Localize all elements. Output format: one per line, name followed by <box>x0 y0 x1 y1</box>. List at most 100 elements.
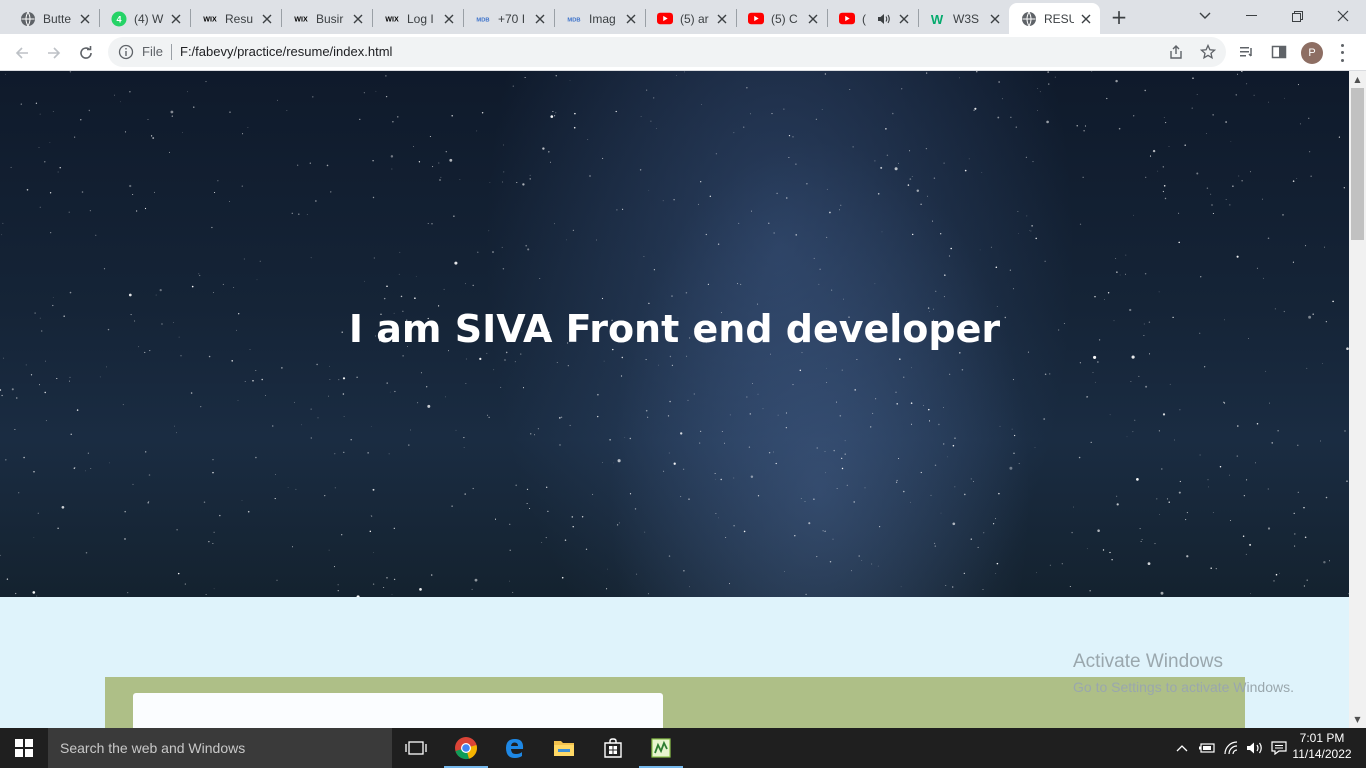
page-scrollbar[interactable]: ▲ ▼ <box>1349 71 1366 728</box>
star <box>1275 573 1278 576</box>
close-tab-icon[interactable] <box>805 11 821 27</box>
minimize-button[interactable] <box>1228 0 1274 32</box>
star <box>5 459 7 461</box>
taskbar-search[interactable]: Search the web and Windows <box>48 728 392 768</box>
close-tab-icon[interactable] <box>350 11 366 27</box>
close-tab-icon[interactable] <box>1078 11 1094 27</box>
close-tab-icon[interactable] <box>532 11 548 27</box>
share-icon[interactable] <box>1168 44 1184 60</box>
edge-taskbar-button[interactable] <box>491 728 539 768</box>
task-view-button[interactable] <box>392 728 440 768</box>
start-button[interactable] <box>0 728 48 768</box>
profile-avatar[interactable]: P <box>1301 42 1323 64</box>
star <box>476 130 478 132</box>
star <box>309 162 311 164</box>
reading-list-icon[interactable] <box>1238 43 1256 61</box>
star <box>892 112 894 115</box>
tab-6[interactable]: MDB Imag <box>554 3 645 34</box>
folder-icon <box>554 741 574 756</box>
tab-11[interactable]: RESU <box>1009 3 1100 34</box>
tab-0[interactable]: Butte <box>8 3 99 34</box>
star <box>569 424 571 426</box>
star <box>903 376 905 378</box>
close-tab-icon[interactable] <box>623 11 639 27</box>
notification-icon <box>1271 741 1287 755</box>
star <box>999 425 1001 427</box>
close-tab-icon[interactable] <box>168 11 184 27</box>
restore-button[interactable] <box>1274 0 1320 32</box>
show-hidden-icons-button[interactable] <box>1172 738 1192 758</box>
back-button[interactable] <box>8 39 36 67</box>
star <box>199 274 201 277</box>
star <box>816 556 818 558</box>
store-taskbar-button[interactable] <box>589 728 637 768</box>
star <box>805 593 807 596</box>
file-explorer-taskbar-button[interactable] <box>540 728 588 768</box>
star <box>333 566 336 568</box>
close-tab-icon[interactable] <box>896 11 912 27</box>
scroll-down-arrow[interactable]: ▼ <box>1349 711 1366 728</box>
forward-button[interactable] <box>40 39 68 67</box>
star <box>968 158 970 160</box>
action-center-button[interactable] <box>1269 738 1289 758</box>
speaker-icon[interactable] <box>876 11 892 27</box>
tab-search-button[interactable] <box>1182 0 1228 32</box>
star <box>37 512 39 514</box>
scroll-thumb[interactable] <box>1351 88 1364 240</box>
chrome-taskbar-button[interactable] <box>442 728 490 768</box>
close-window-button[interactable] <box>1320 0 1366 32</box>
star <box>400 295 403 298</box>
notepadpp-taskbar-button[interactable] <box>637 728 685 768</box>
star <box>132 194 134 196</box>
star <box>417 402 419 404</box>
url-text[interactable]: F:/fabevy/practice/resume/index.html <box>180 44 392 59</box>
star <box>154 191 155 193</box>
star <box>705 233 707 236</box>
star <box>861 560 863 561</box>
star <box>768 452 771 454</box>
star <box>383 297 386 300</box>
close-tab-icon[interactable] <box>259 11 275 27</box>
close-tab-icon[interactable] <box>77 11 93 27</box>
star <box>880 166 883 169</box>
address-bar[interactable]: File F:/fabevy/practice/resume/index.htm… <box>108 37 1226 67</box>
star <box>874 160 876 162</box>
star <box>1015 126 1017 128</box>
star <box>465 383 467 384</box>
close-tab-icon[interactable] <box>714 11 730 27</box>
info-icon[interactable] <box>118 44 134 60</box>
tab-7[interactable]: (5) ar <box>645 3 736 34</box>
volume-tray-icon[interactable] <box>1245 738 1265 758</box>
reload-button[interactable] <box>72 39 100 67</box>
star <box>545 537 547 539</box>
tab-1[interactable]: 4 (4) W <box>99 3 190 34</box>
new-tab-button[interactable]: + <box>1108 7 1130 29</box>
star <box>1308 117 1310 119</box>
tab-10[interactable]: W W3S <box>918 3 1009 34</box>
tab-8[interactable]: (5) C <box>736 3 827 34</box>
tab-5[interactable]: MDB +70 I <box>463 3 554 34</box>
star <box>1144 89 1146 92</box>
star <box>715 153 718 155</box>
tab-3[interactable]: WIX Busir <box>281 3 372 34</box>
tab-2[interactable]: WIX Resu <box>190 3 281 34</box>
network-tray-icon[interactable] <box>1221 738 1241 758</box>
star <box>25 364 27 366</box>
star <box>959 352 961 354</box>
star <box>826 367 827 369</box>
star <box>954 486 956 488</box>
star-icon[interactable] <box>1200 44 1216 60</box>
close-tab-icon[interactable] <box>441 11 457 27</box>
tab-9[interactable]: ( <box>827 3 918 34</box>
battery-tray-icon[interactable] <box>1197 738 1217 758</box>
star <box>1303 585 1306 587</box>
scroll-up-arrow[interactable]: ▲ <box>1349 71 1366 88</box>
close-tab-icon[interactable] <box>987 11 1003 27</box>
system-clock[interactable]: 7:01 PM 11/14/2022 <box>1292 731 1352 761</box>
side-panel-icon[interactable] <box>1270 43 1288 61</box>
star <box>534 434 536 436</box>
menu-icon[interactable] <box>1336 42 1348 64</box>
star <box>1246 83 1248 85</box>
star <box>310 408 312 410</box>
tab-4[interactable]: WIX Log I <box>372 3 463 34</box>
